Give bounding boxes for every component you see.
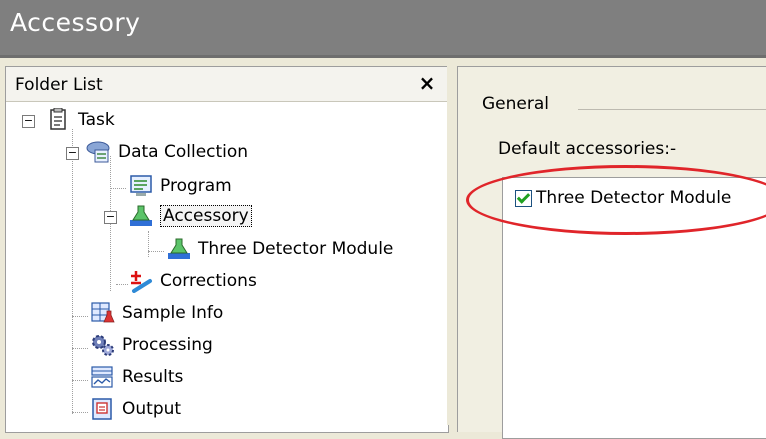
tree-item-program[interactable]: Program [128, 172, 232, 200]
titlebar-gap [0, 58, 766, 66]
tree-item-results[interactable]: Results [90, 363, 183, 391]
tree-item-label: Task [78, 110, 115, 130]
tree-item-label: Program [160, 176, 232, 196]
tree-item-label: Corrections [160, 271, 257, 291]
panel-splitter[interactable] [447, 58, 457, 425]
corrections-icon [128, 269, 154, 293]
tree-item-sample-info[interactable]: Sample Info [90, 299, 223, 327]
tree-item-label: Three Detector Module [198, 239, 394, 259]
folder-list-header: Folder List × [6, 67, 448, 102]
folder-list-title: Folder List [15, 75, 103, 95]
tree-item-accessory[interactable]: Accessory [128, 202, 252, 230]
group-divider [578, 109, 766, 110]
program-icon [128, 174, 154, 198]
collapse-task-toggle[interactable]: − [22, 115, 35, 128]
tree-line [72, 412, 88, 413]
sample-info-icon [90, 301, 116, 325]
tree-item-three-detector-module[interactable]: Three Detector Module [166, 235, 393, 263]
tree-line [110, 188, 126, 189]
folder-list-panel: Folder List × − Task − Data Collection P… [5, 66, 449, 433]
tree-line [72, 129, 73, 414]
general-group-label: General [482, 94, 549, 114]
folder-tree: − Task − Data Collection Program − Acces… [6, 101, 448, 432]
tree-item-processing[interactable]: Processing [90, 331, 213, 359]
tree-item-corrections[interactable]: Corrections [128, 267, 257, 295]
tree-item-label: Data Collection [118, 142, 249, 162]
collapse-accessory-toggle[interactable]: − [104, 211, 117, 224]
tree-item-label: Accessory [160, 205, 252, 227]
tree-line [148, 251, 164, 252]
tree-item-label: Processing [122, 335, 213, 355]
close-icon[interactable]: × [416, 71, 438, 95]
tree-item-label: Results [122, 367, 184, 387]
tree-line [116, 284, 128, 285]
tree-item-label: Sample Info [122, 303, 224, 323]
tree-item-task[interactable]: Task [46, 106, 115, 134]
annotation-ellipse [466, 165, 766, 235]
output-icon [90, 397, 116, 421]
flask-icon [128, 204, 154, 228]
collapse-data-collection-toggle[interactable]: − [66, 147, 79, 160]
gears-icon [90, 333, 116, 357]
clipboard-icon [46, 107, 72, 132]
data-collection-icon [86, 140, 112, 164]
window-titlebar: Accessory [0, 0, 766, 58]
general-panel: General Default accessories:- Three Dete… [457, 66, 766, 439]
tree-line [72, 348, 88, 349]
tree-line [72, 316, 88, 317]
window-title: Accessory [10, 8, 141, 37]
flask-icon [166, 237, 192, 261]
default-accessories-label: Default accessories:- [498, 139, 677, 159]
tree-line [72, 380, 88, 381]
tree-item-data-collection[interactable]: Data Collection [86, 138, 248, 166]
tree-item-label: Output [122, 399, 182, 419]
tree-item-output[interactable]: Output [90, 395, 181, 423]
tree-line [148, 231, 149, 257]
results-icon [90, 365, 116, 389]
